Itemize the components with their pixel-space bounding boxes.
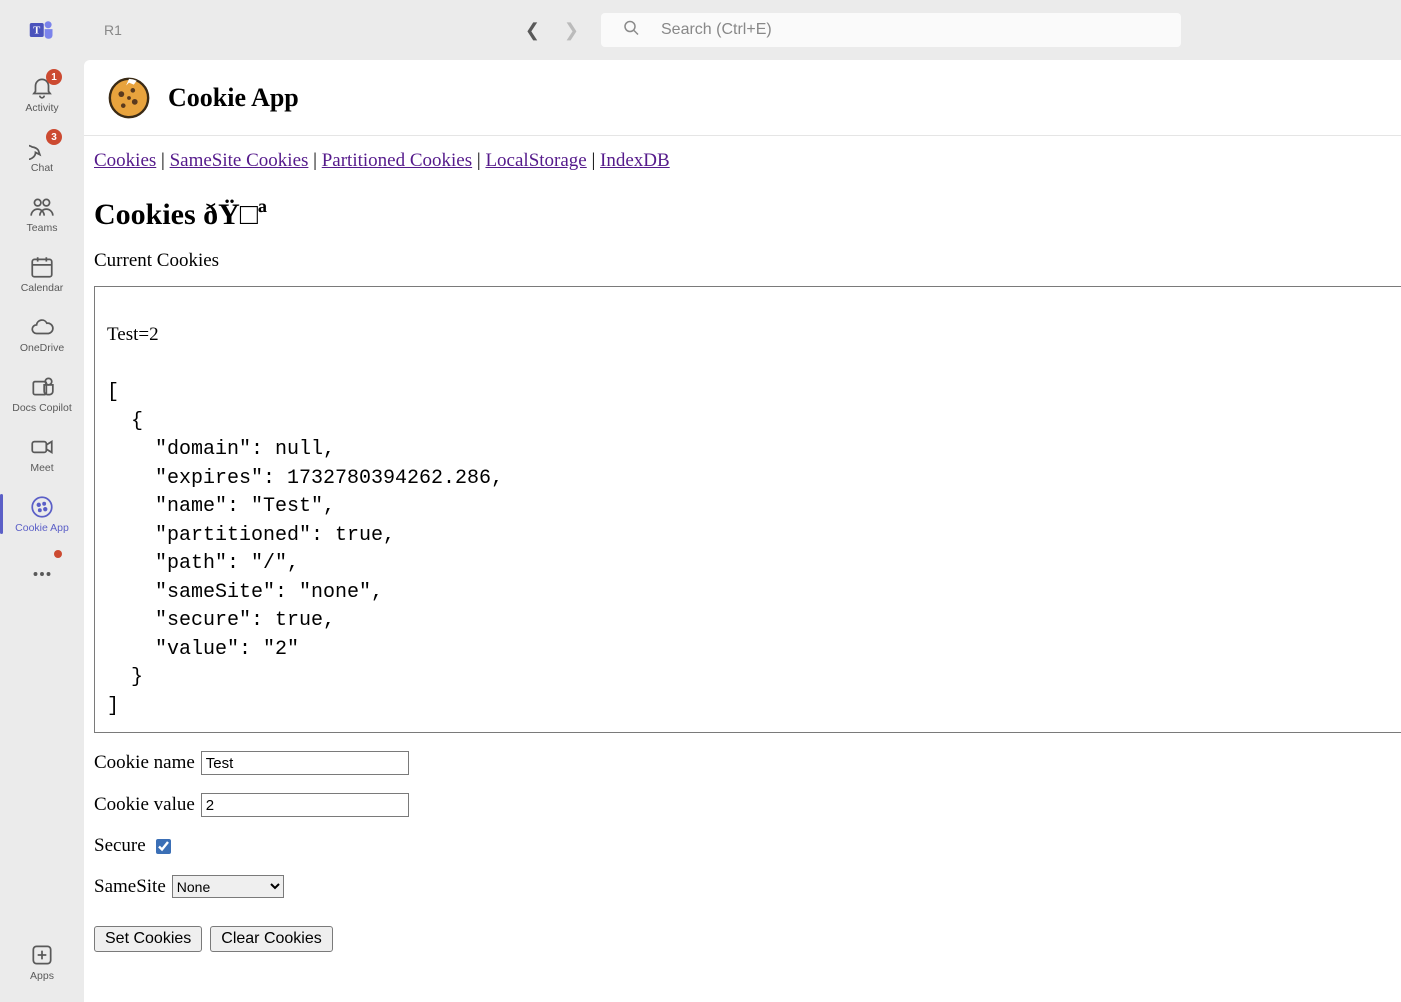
secure-checkbox[interactable] [156,839,171,854]
rail-calendar[interactable]: Calendar [0,244,84,304]
cookie-app-icon [106,75,152,121]
rail-apps[interactable]: Apps [0,932,84,992]
rail-teams-label: Teams [27,223,58,235]
search-box[interactable] [601,13,1181,47]
nav-links: Cookies | SameSite Cookies | Partitioned… [94,150,1401,172]
overflow-notification-dot [54,550,62,558]
rail-docscopilot[interactable]: Docs Copilot [0,364,84,424]
page-heading: Cookies ðŸ□ª [94,198,1401,232]
search-icon [623,20,639,41]
rail-onedrive[interactable]: OneDrive [0,304,84,364]
rail-teams[interactable]: Teams [0,184,84,244]
tenant-label: R1 [104,22,122,38]
rail-chat-label: Chat [31,163,53,175]
cookie-summary: Test=2 [107,324,159,345]
link-cookies[interactable]: Cookies [94,150,156,171]
rail-meet-label: Meet [30,463,53,475]
clear-cookies-button[interactable]: Clear Cookies [210,926,332,952]
video-icon [28,433,56,461]
cookie-name-input[interactable] [201,751,409,775]
rail-apps-label: Apps [30,971,54,983]
cookie-value-label: Cookie value [94,794,195,816]
cookie-name-label: Cookie name [94,752,195,774]
rail-calendar-label: Calendar [21,283,64,295]
app-title: Cookie App [168,83,299,113]
back-arrow-icon[interactable]: ❮ [525,20,540,41]
left-rail: 1 Activity 3 Chat Teams Calendar [0,60,84,1002]
rail-chat[interactable]: 3 Chat [0,124,84,184]
forward-arrow-icon: ❯ [564,20,579,41]
teams-logo: T [0,16,84,44]
samesite-label: SameSite [94,876,166,898]
rail-cookieapp[interactable]: Cookie App [0,484,84,544]
more-icon [28,560,56,588]
link-indexdb[interactable]: IndexDB [600,150,670,171]
cookie-json: [ { "domain": null, "expires": 173278039… [107,381,503,718]
cookies-output: Test=2 [ { "domain": null, "expires": 17… [94,286,1401,733]
samesite-select[interactable]: NoneLaxStrict [172,875,284,898]
rail-activity[interactable]: 1 Activity [0,64,84,124]
rail-cookieapp-label: Cookie App [15,523,69,535]
cookie-value-input[interactable] [201,793,409,817]
search-input[interactable] [601,13,1181,47]
apps-icon [28,941,56,969]
secure-label: Secure [94,835,146,857]
calendar-icon [28,253,56,281]
nav-sep: | [308,150,321,171]
bell-icon: 1 [28,73,56,101]
nav-sep: | [587,150,600,171]
rail-meet[interactable]: Meet [0,424,84,484]
chat-icon: 3 [28,133,56,161]
set-cookies-button[interactable]: Set Cookies [94,926,202,952]
link-partitioned[interactable]: Partitioned Cookies [322,150,472,171]
rail-docscopilot-label: Docs Copilot [12,403,72,415]
link-localstorage[interactable]: LocalStorage [485,150,586,171]
link-samesite[interactable]: SameSite Cookies [170,150,309,171]
svg-text:T: T [33,26,40,37]
app-header: Cookie App [84,60,1401,136]
rail-overflow[interactable] [0,544,84,604]
current-cookies-label: Current Cookies [94,250,1401,272]
cloud-icon [28,313,56,341]
docs-copilot-icon [28,373,56,401]
nav-sep: | [472,150,485,171]
chat-badge: 3 [46,129,62,145]
rail-onedrive-label: OneDrive [20,343,64,355]
rail-activity-label: Activity [25,103,58,115]
people-icon [28,193,56,221]
cookie-icon [28,493,56,521]
nav-sep: | [156,150,169,171]
activity-badge: 1 [46,69,62,85]
